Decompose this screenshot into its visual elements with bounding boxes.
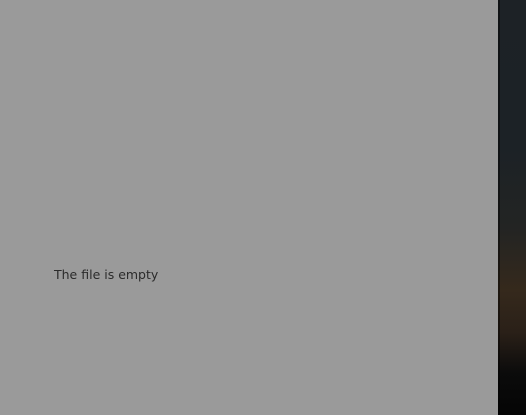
file-viewer-pane: The file is empty [0, 0, 498, 415]
desktop-background-edge [498, 0, 526, 415]
empty-file-message: The file is empty [54, 267, 159, 282]
